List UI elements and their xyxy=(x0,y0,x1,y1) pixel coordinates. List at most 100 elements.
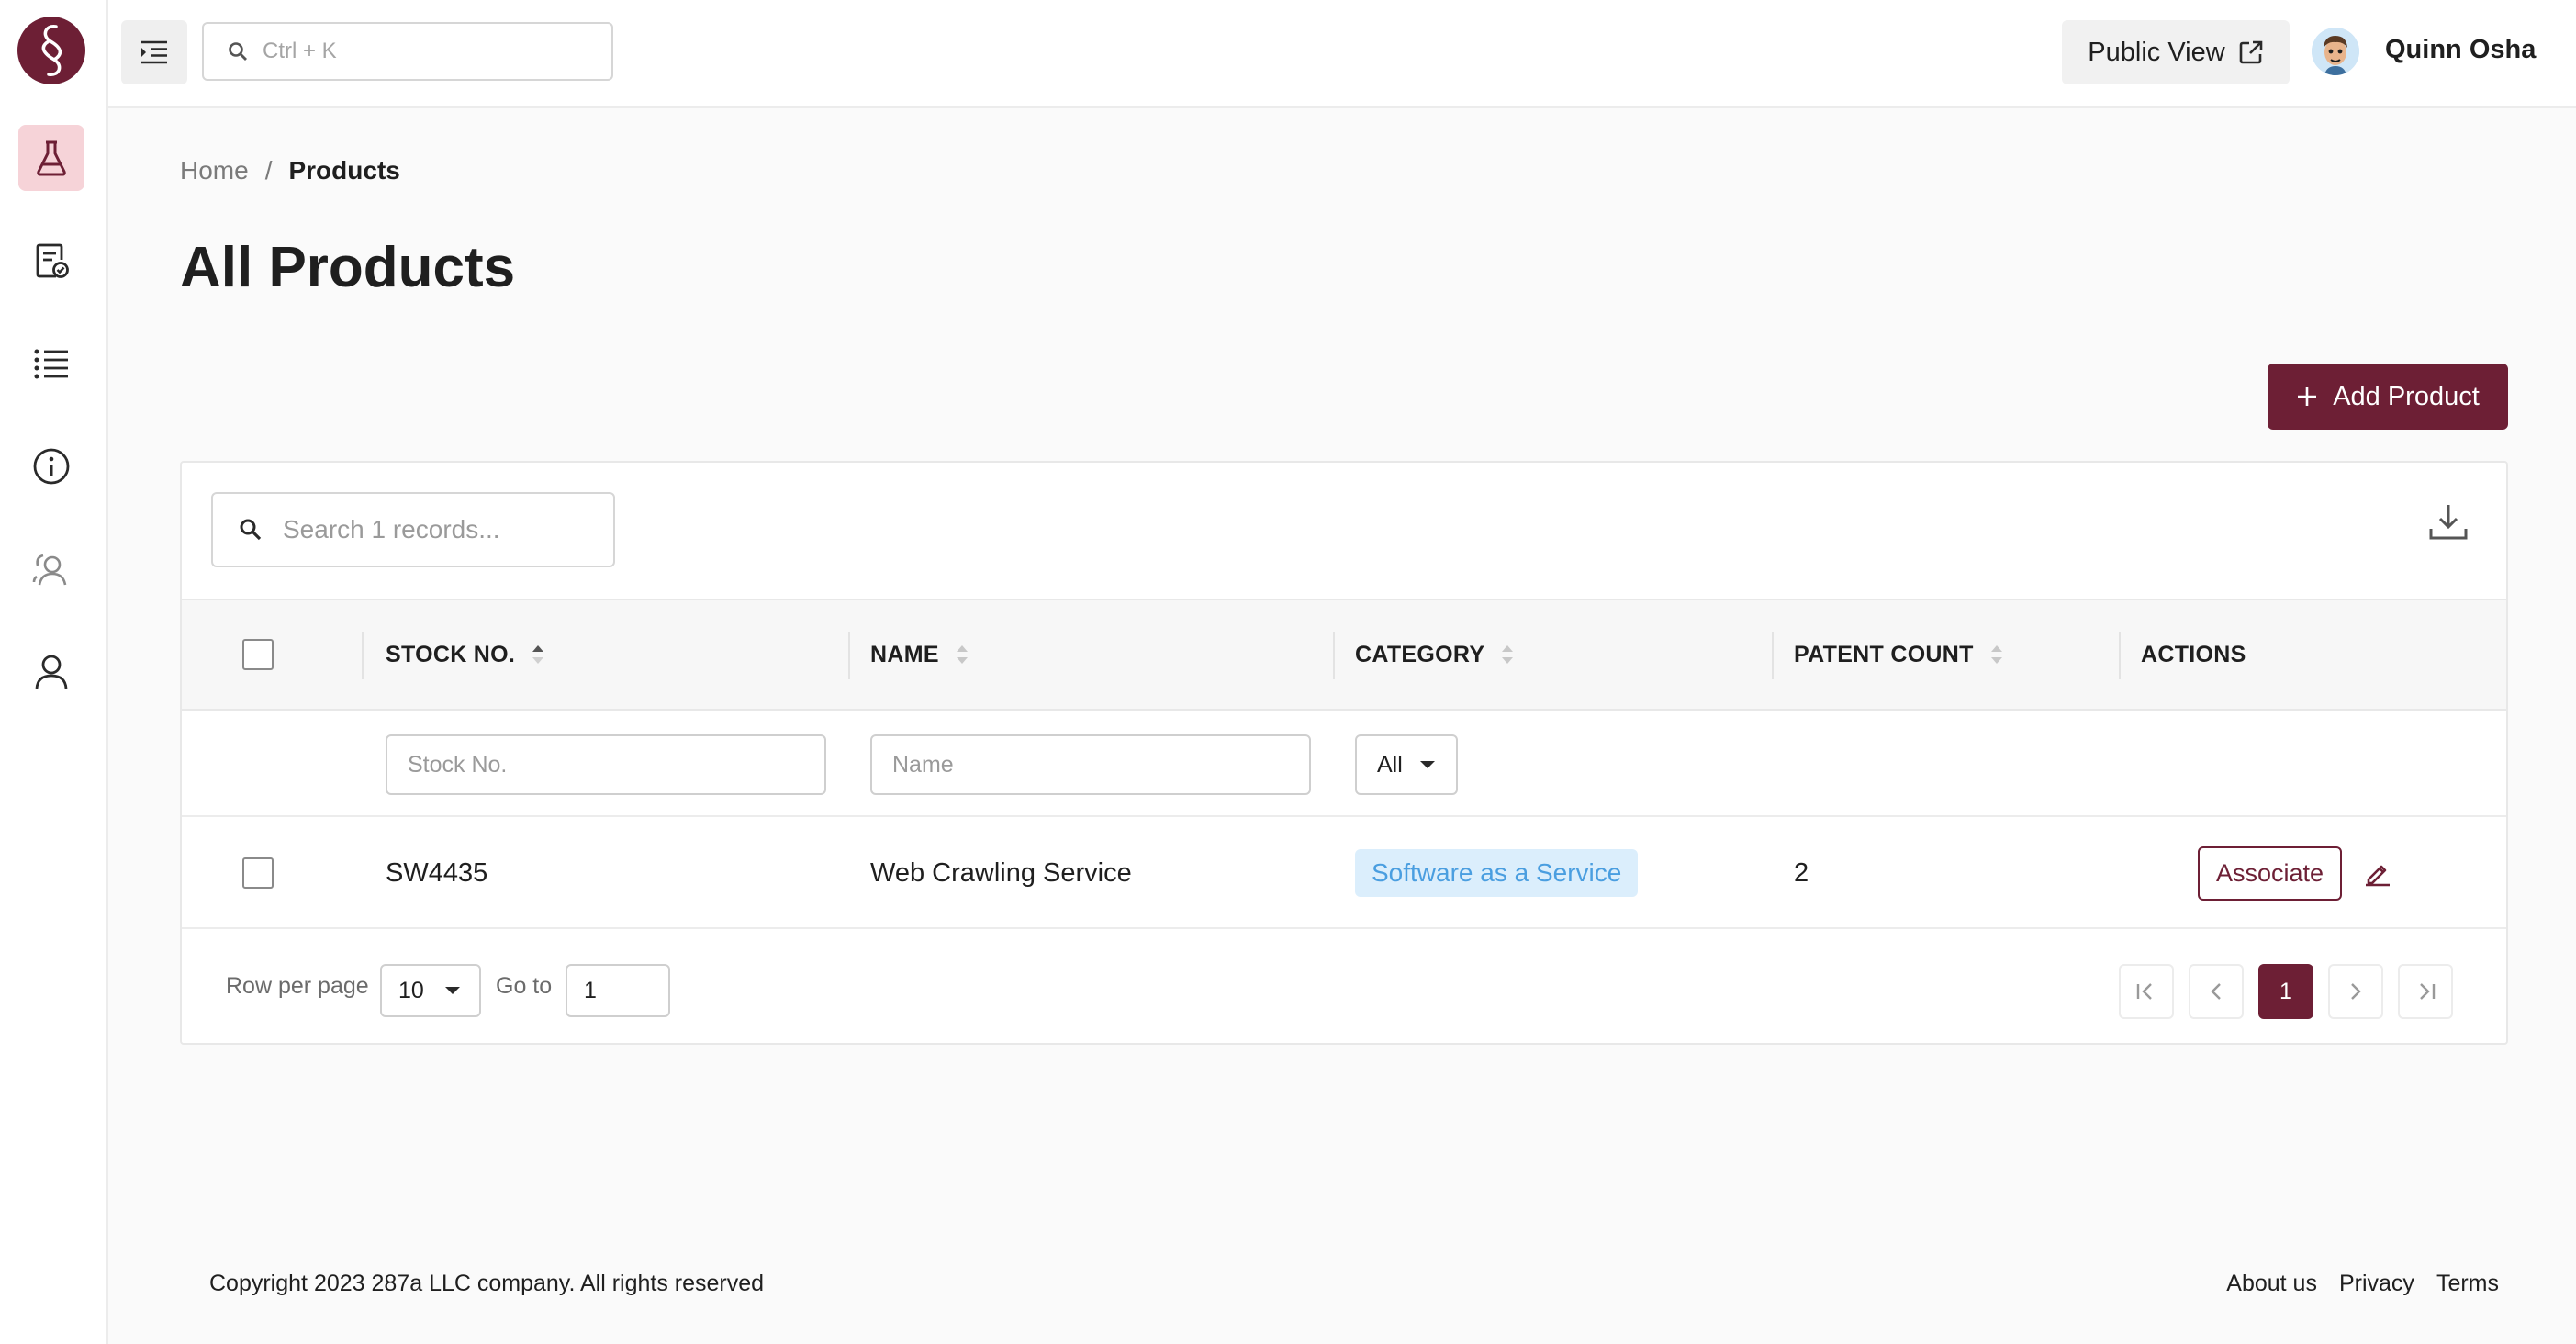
column-label: ACTIONS xyxy=(2141,641,2246,667)
add-product-label: Add Product xyxy=(2333,381,2480,411)
rows-per-page-value: 10 xyxy=(398,977,424,1003)
user-icon xyxy=(35,655,68,689)
top-header: Public View Quinn Osha xyxy=(108,0,2576,108)
download-button[interactable] xyxy=(2427,501,2470,543)
copyright-text: Copyright 2023 287a LLC company. All rig… xyxy=(209,1271,765,1296)
global-search-input[interactable] xyxy=(263,39,575,64)
sidebar-item-products[interactable] xyxy=(18,125,84,191)
category-badge: Software as a Service xyxy=(1355,849,1639,897)
chevron-first-icon xyxy=(2136,983,2152,1000)
column-divider xyxy=(1772,632,1774,679)
breadcrumb: Home / Products xyxy=(180,156,400,185)
row-checkbox[interactable] xyxy=(242,857,274,889)
breadcrumb-separator: / xyxy=(264,156,273,185)
sort-icon xyxy=(956,644,969,666)
pagination-bar: Row per page 10 Go to 1 xyxy=(182,929,2506,1043)
footer-links: About us Privacy Terms xyxy=(2226,1271,2499,1297)
next-page-button[interactable] xyxy=(2328,964,2383,1019)
column-label: NAME xyxy=(870,641,939,667)
caret-down-icon xyxy=(444,987,460,994)
page-title: All Products xyxy=(180,236,516,299)
filter-row: All xyxy=(182,711,2506,817)
last-page-button[interactable] xyxy=(2398,964,2453,1019)
table-header: STOCK NO. NAME CATEGORY PATENT COUNT ACT… xyxy=(182,599,2506,711)
column-header-name[interactable]: NAME xyxy=(870,600,969,709)
page-number-button[interactable]: 1 xyxy=(2258,964,2313,1019)
patent-count-cell: 2 xyxy=(1794,857,1809,888)
category-cell: Software as a Service xyxy=(1355,817,1639,929)
indent-menu-icon xyxy=(141,40,167,64)
footer-link-terms[interactable]: Terms xyxy=(2436,1271,2499,1297)
search-icon xyxy=(229,42,247,61)
stock-no-cell: SW4435 xyxy=(386,857,488,888)
sidebar-toggle-button[interactable] xyxy=(121,20,187,84)
column-divider xyxy=(362,632,364,679)
column-divider xyxy=(848,632,850,679)
sidebar-item-list[interactable] xyxy=(18,330,84,397)
external-link-icon xyxy=(2239,40,2262,64)
name-filter-input[interactable] xyxy=(870,734,1311,795)
brand-logo[interactable] xyxy=(17,17,85,84)
footer-link-privacy[interactable]: Privacy xyxy=(2339,1271,2414,1297)
sort-icon xyxy=(1501,644,1514,666)
first-page-button[interactable] xyxy=(2119,964,2174,1019)
sort-ascending-icon xyxy=(532,644,544,666)
previous-page-button[interactable] xyxy=(2189,964,2244,1019)
edit-button[interactable] xyxy=(2364,859,2391,887)
table-search-input[interactable] xyxy=(283,515,595,544)
select-all-checkbox[interactable] xyxy=(242,639,274,670)
actions-cell: Associate xyxy=(2198,817,2391,929)
column-header-category[interactable]: CATEGORY xyxy=(1355,600,1514,709)
rows-per-page-select[interactable]: 10 xyxy=(380,964,481,1017)
go-to-label: Go to xyxy=(496,972,553,999)
go-to-page-input[interactable] xyxy=(566,964,670,1017)
category-filter-select[interactable]: All xyxy=(1355,734,1458,795)
column-header-stock-no[interactable]: STOCK NO. xyxy=(386,600,544,709)
chevron-right-icon xyxy=(2351,983,2361,1000)
search-icon xyxy=(240,519,262,541)
avatar-face-icon xyxy=(2312,28,2359,75)
products-table-card: STOCK NO. NAME CATEGORY PATENT COUNT xyxy=(180,461,2508,1045)
pencil-icon xyxy=(2366,865,2391,887)
certificate-document-icon xyxy=(36,243,69,278)
select-all-cell xyxy=(242,600,274,709)
flask-icon xyxy=(37,140,66,176)
add-product-button[interactable]: Add Product xyxy=(2268,364,2508,430)
sidebar-item-profile[interactable] xyxy=(18,639,84,705)
column-header-patent-count[interactable]: PATENT COUNT xyxy=(1794,600,2003,709)
user-name[interactable]: Quinn Osha xyxy=(2385,35,2536,65)
footer: Copyright 2023 287a LLC company. All rig… xyxy=(108,1250,2576,1344)
sort-icon xyxy=(1990,644,2003,666)
public-view-button[interactable]: Public View xyxy=(2062,20,2290,84)
list-icon xyxy=(34,349,68,379)
sidebar-item-info[interactable] xyxy=(18,433,84,499)
users-icon xyxy=(32,554,67,586)
info-icon xyxy=(33,448,70,485)
column-label: CATEGORY xyxy=(1355,641,1485,667)
section-sign-logo-icon xyxy=(41,25,62,76)
chevron-left-icon xyxy=(2211,983,2221,1000)
plus-icon xyxy=(2298,387,2317,406)
breadcrumb-current: Products xyxy=(288,156,400,185)
column-label: PATENT COUNT xyxy=(1794,641,1974,667)
breadcrumb-home-link[interactable]: Home xyxy=(180,156,249,185)
column-divider xyxy=(2119,632,2121,679)
table-row[interactable]: SW4435 Web Crawling Service Software as … xyxy=(182,817,2506,929)
column-divider xyxy=(1333,632,1335,679)
caret-down-icon xyxy=(1419,761,1435,768)
category-filter-value: All xyxy=(1377,751,1403,778)
name-cell: Web Crawling Service xyxy=(870,857,1132,888)
global-search-box[interactable] xyxy=(202,22,613,81)
public-view-label: Public View xyxy=(2088,37,2225,67)
download-icon xyxy=(2429,505,2468,540)
footer-link-about[interactable]: About us xyxy=(2226,1271,2317,1297)
table-search-box[interactable] xyxy=(211,492,615,567)
user-avatar[interactable] xyxy=(2312,28,2359,75)
stock-no-filter-input[interactable] xyxy=(386,734,826,795)
column-header-actions: ACTIONS xyxy=(2141,600,2246,709)
sidebar-item-users[interactable] xyxy=(18,536,84,602)
row-select-cell xyxy=(242,817,274,929)
column-label: STOCK NO. xyxy=(386,641,516,667)
associate-button[interactable]: Associate xyxy=(2198,846,2343,901)
sidebar-item-certificates[interactable] xyxy=(18,228,84,294)
